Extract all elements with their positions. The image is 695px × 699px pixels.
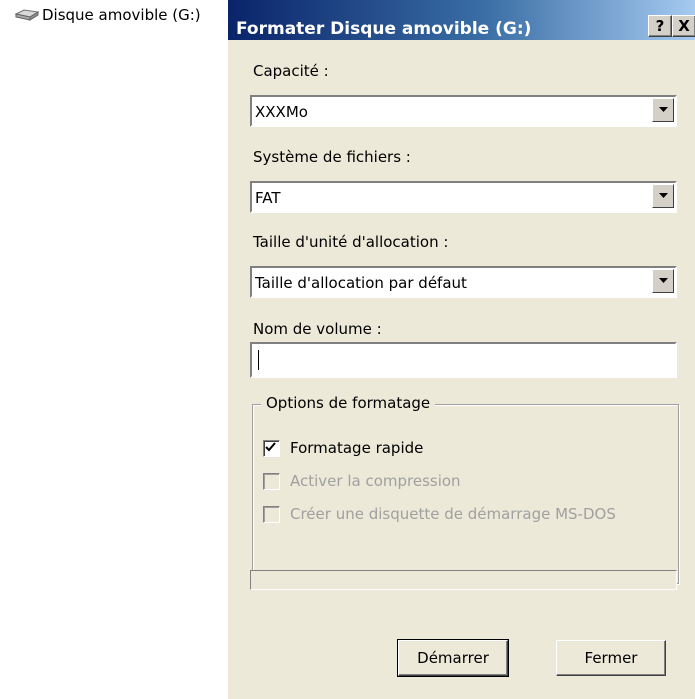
format-dialog: Formater Disque amovible (G:) Capacité :…: [228, 0, 695, 699]
dialog-title: Formater Disque amovible (G:): [236, 19, 532, 39]
capacity-value: XXXMo: [255, 103, 308, 121]
chevron-down-icon: [658, 278, 668, 283]
msdos-disk-label: Créer une disquette de démarrage MS-DOS: [290, 505, 616, 523]
volume-name-input[interactable]: [250, 342, 677, 378]
filesystem-dropdown-button[interactable]: [652, 184, 674, 208]
close-button[interactable]: X: [672, 15, 695, 37]
text-caret: [258, 350, 259, 370]
filesystem-select[interactable]: FAT: [250, 181, 677, 213]
volume-name-label: Nom de volume :: [253, 320, 382, 338]
quick-format-checkbox[interactable]: [263, 439, 280, 457]
allocation-dropdown-button[interactable]: [652, 269, 674, 293]
help-button[interactable]: ?: [648, 15, 672, 37]
allocation-value: Taille d'allocation par défaut: [255, 274, 467, 292]
capacity-dropdown-button[interactable]: [652, 98, 674, 122]
capacity-label: Capacité :: [253, 62, 329, 80]
allocation-label: Taille d'unité d'allocation :: [253, 233, 449, 251]
dialog-body: Capacité : XXXMo Système de fichiers : F…: [228, 40, 695, 699]
quick-format-option[interactable]: Formatage rapide: [263, 439, 423, 457]
format-progress-bar: [250, 570, 677, 590]
format-options-group: Options de formatage Formatage rapide Ac…: [252, 394, 679, 584]
capacity-select[interactable]: XXXMo: [250, 95, 677, 127]
compression-label: Activer la compression: [290, 472, 461, 490]
filesystem-value: FAT: [255, 189, 281, 207]
filesystem-label: Système de fichiers :: [253, 148, 411, 166]
removable-drive-icon: [14, 8, 40, 22]
checkmark-icon: [265, 441, 276, 451]
quick-format-label: Formatage rapide: [290, 439, 424, 457]
start-button[interactable]: Démarrer: [397, 639, 509, 677]
allocation-select[interactable]: Taille d'allocation par défaut: [250, 266, 677, 298]
chevron-down-icon: [658, 107, 668, 112]
msdos-disk-checkbox: [263, 505, 280, 523]
compression-checkbox: [263, 472, 280, 490]
chevron-down-icon: [658, 193, 668, 198]
close-dialog-button[interactable]: Fermer: [556, 640, 666, 676]
explorer-drive-item[interactable]: Disque amovible (G:): [0, 0, 228, 30]
drive-label: Disque amovible (G:): [42, 6, 201, 24]
msdos-disk-option: Créer une disquette de démarrage MS-DOS: [263, 505, 616, 523]
format-options-legend: Options de formatage: [261, 394, 436, 412]
compression-option: Activer la compression: [263, 472, 461, 490]
